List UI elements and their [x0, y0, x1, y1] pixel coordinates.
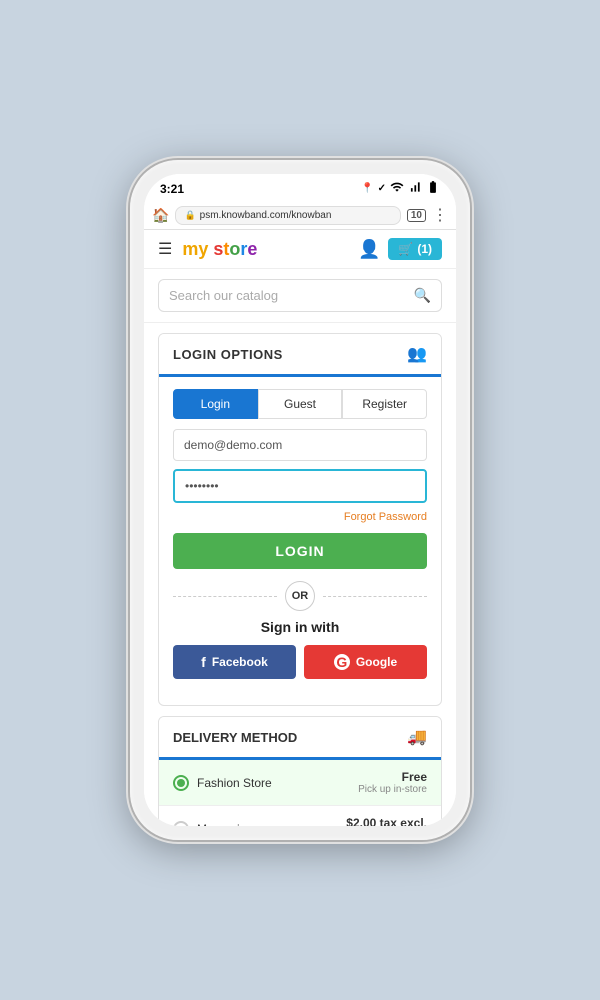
login-card: LOGIN OPTIONS 👥 Login Guest Register — [158, 333, 442, 706]
or-divider: OR — [173, 581, 427, 611]
signal-icon — [408, 180, 422, 197]
delivery-card-title: DELIVERY METHOD — [173, 730, 297, 745]
url-bar[interactable]: 🔒 psm.knowband.com/knowban — [175, 206, 400, 225]
lock-icon: 🔒 — [184, 210, 195, 221]
google-login-button[interactable]: G Google — [304, 645, 427, 679]
search-icon: 🔍 — [414, 287, 431, 304]
radio-my-carrier[interactable] — [173, 821, 189, 827]
logo-s: s — [213, 239, 223, 259]
delivery-right-0: Free Pick up in-store — [358, 770, 427, 795]
browser-menu-button[interactable]: ⋮ — [432, 205, 448, 225]
delivery-right-1: $2.00 tax excl. Delivery next day! — [346, 816, 427, 826]
delivery-card-header: DELIVERY METHOD 🚚 — [159, 717, 441, 760]
check-icon: ✓ — [378, 183, 386, 194]
search-bar-wrap: Search our catalog 🔍 — [144, 269, 456, 323]
delivery-name-0: Fashion Store — [197, 776, 272, 790]
store-logo: my store — [182, 239, 257, 260]
tab-login[interactable]: Login — [173, 389, 258, 419]
user-icon[interactable]: 👤 — [358, 239, 380, 260]
header-left: ☰ my store — [158, 239, 257, 260]
social-buttons: f Facebook G Google — [173, 645, 427, 679]
delivery-option-1[interactable]: My carrier $2.00 tax excl. Delivery next… — [159, 806, 441, 826]
header-right: 👤 🛒 (1) — [358, 238, 442, 260]
login-user-icon: 👥 — [407, 344, 427, 364]
hamburger-menu[interactable]: ☰ — [158, 239, 172, 259]
cart-count: (1) — [417, 242, 432, 256]
phone-frame: 3:21 📍 ✓ 🏠 🔒 psm.knowband.com/knowb — [130, 160, 470, 840]
logo-o: o — [229, 239, 240, 259]
radio-fashion-store[interactable] — [173, 775, 189, 791]
google-icon: G — [334, 654, 350, 670]
status-time: 3:21 — [160, 182, 184, 196]
login-card-title: LOGIN OPTIONS — [173, 347, 283, 362]
search-placeholder: Search our catalog — [169, 288, 278, 303]
delivery-icon: 🚚 — [407, 727, 427, 747]
delivery-price-0: Free — [358, 770, 427, 784]
delivery-option-left-1: My carrier — [173, 821, 250, 827]
or-line-right — [323, 596, 427, 597]
forgot-password-link[interactable]: Forgot Password — [173, 511, 427, 523]
delivery-sub-0: Pick up in-store — [358, 784, 427, 795]
facebook-icon: f — [201, 654, 206, 670]
delivery-card: DELIVERY METHOD 🚚 Fashion Store Free Pic… — [158, 716, 442, 826]
logo-my: my — [182, 239, 213, 259]
login-card-body: Login Guest Register Forgot Password LOG… — [159, 377, 441, 705]
cart-icon: 🛒 — [398, 242, 413, 256]
cart-button[interactable]: 🛒 (1) — [388, 238, 442, 260]
delivery-price-1: $2.00 tax excl. — [346, 816, 427, 826]
facebook-login-button[interactable]: f Facebook — [173, 645, 296, 679]
content-area: ☰ my store 👤 🛒 (1) Search our catalog — [144, 230, 456, 826]
tab-register[interactable]: Register — [342, 389, 427, 419]
url-text: psm.knowband.com/knowban — [200, 210, 332, 221]
battery-icon — [426, 180, 440, 197]
home-button[interactable]: 🏠 — [152, 207, 169, 224]
or-line-left — [173, 596, 277, 597]
phone-inner: 3:21 📍 ✓ 🏠 🔒 psm.knowband.com/knowb — [144, 174, 456, 826]
radio-inner — [177, 779, 185, 787]
browser-bar: 🏠 🔒 psm.knowband.com/knowban 10 ⋮ — [144, 201, 456, 230]
login-card-header: LOGIN OPTIONS 👥 — [159, 334, 441, 377]
tab-guest[interactable]: Guest — [258, 389, 343, 419]
password-field[interactable] — [173, 469, 427, 503]
wifi-icon — [390, 180, 404, 197]
facebook-label: Facebook — [212, 655, 268, 669]
location-icon: 📍 — [361, 183, 373, 194]
app-header: ☰ my store 👤 🛒 (1) — [144, 230, 456, 269]
status-bar: 3:21 📍 ✓ — [144, 174, 456, 201]
delivery-option-0[interactable]: Fashion Store Free Pick up in-store — [159, 760, 441, 806]
search-bar[interactable]: Search our catalog 🔍 — [158, 279, 442, 312]
google-label: Google — [356, 655, 397, 669]
email-field[interactable] — [173, 429, 427, 461]
login-tabs: Login Guest Register — [173, 389, 427, 419]
or-label: OR — [285, 581, 315, 611]
tab-count[interactable]: 10 — [407, 209, 426, 222]
delivery-option-left-0: Fashion Store — [173, 775, 272, 791]
signin-title: Sign in with — [173, 619, 427, 635]
status-icons: 📍 ✓ — [361, 180, 440, 197]
delivery-name-1: My carrier — [197, 822, 250, 827]
login-button[interactable]: LOGIN — [173, 533, 427, 569]
logo-e: e — [247, 239, 257, 259]
